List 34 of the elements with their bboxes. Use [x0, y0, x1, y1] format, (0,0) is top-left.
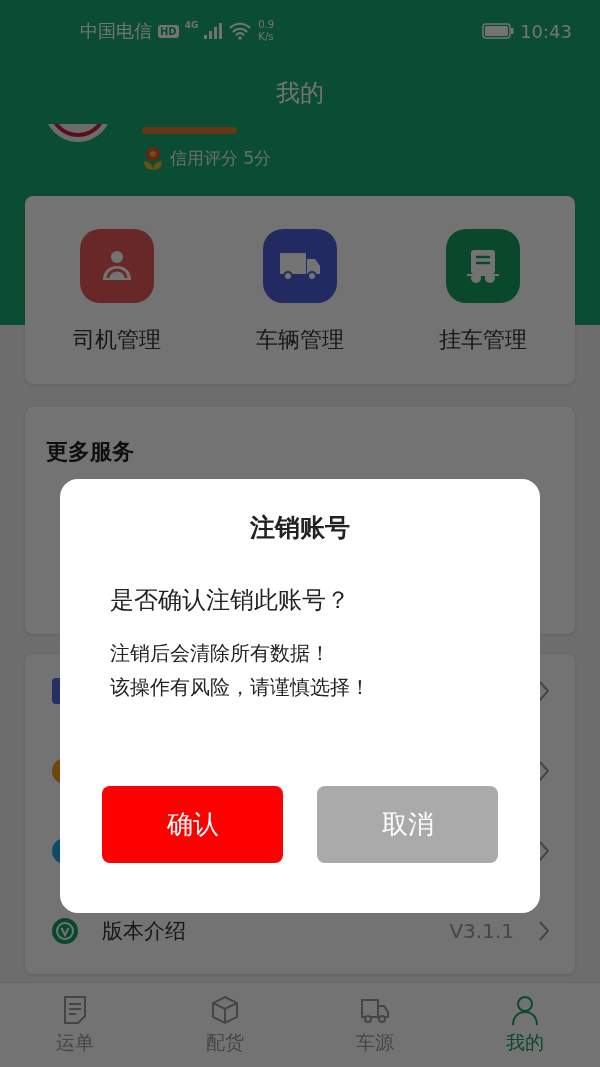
carrier-name: 中国电信: [80, 19, 152, 43]
shortcut-label[interactable]: 挂车管理: [439, 325, 528, 355]
chevron-icon: [538, 760, 550, 782]
dialog-message: 该操作有风险，请谨慎选择！: [110, 674, 371, 701]
credit-score: 信用评分 5分: [170, 146, 272, 170]
dialog-title: 注销账号: [249, 512, 351, 544]
confirm-button[interactable]: 确认: [102, 786, 283, 863]
speed-value: 0.9: [258, 19, 275, 31]
shortcut-tile[interactable]: [263, 229, 337, 303]
network-type: 4G: [184, 20, 199, 30]
battery-icon: [482, 23, 515, 39]
box-icon: [210, 994, 240, 1026]
speed-unit: K/s: [258, 31, 275, 43]
cancel-button[interactable]: 取消: [317, 786, 498, 863]
page-title: 我的: [276, 78, 324, 109]
version-icon: [52, 918, 78, 944]
clock-time: 10:43: [520, 20, 572, 42]
nav-tab[interactable]: 我的: [450, 983, 600, 1067]
person-icon: [510, 994, 540, 1026]
signal-icon: [204, 23, 223, 39]
chevron-icon: [538, 840, 550, 862]
section-title: 更多服务: [46, 438, 135, 466]
dialog-question: 是否确认注销此账号？: [110, 585, 351, 616]
shortcut-label[interactable]: 司机管理: [72, 325, 161, 355]
hd-badge: HD: [158, 24, 179, 38]
shortcut-label[interactable]: 车辆管理: [256, 325, 344, 355]
chevron-icon: [538, 680, 550, 702]
wifi-icon: [228, 22, 253, 40]
shortcut-tile[interactable]: [79, 229, 154, 303]
flower-icon: [142, 146, 164, 170]
chevron-icon: [538, 920, 550, 942]
dialog-message: 注销后会清除所有数据！: [110, 640, 331, 667]
menu-label[interactable]: 版本介绍: [102, 917, 186, 945]
shortcut-tile[interactable]: [446, 229, 521, 303]
